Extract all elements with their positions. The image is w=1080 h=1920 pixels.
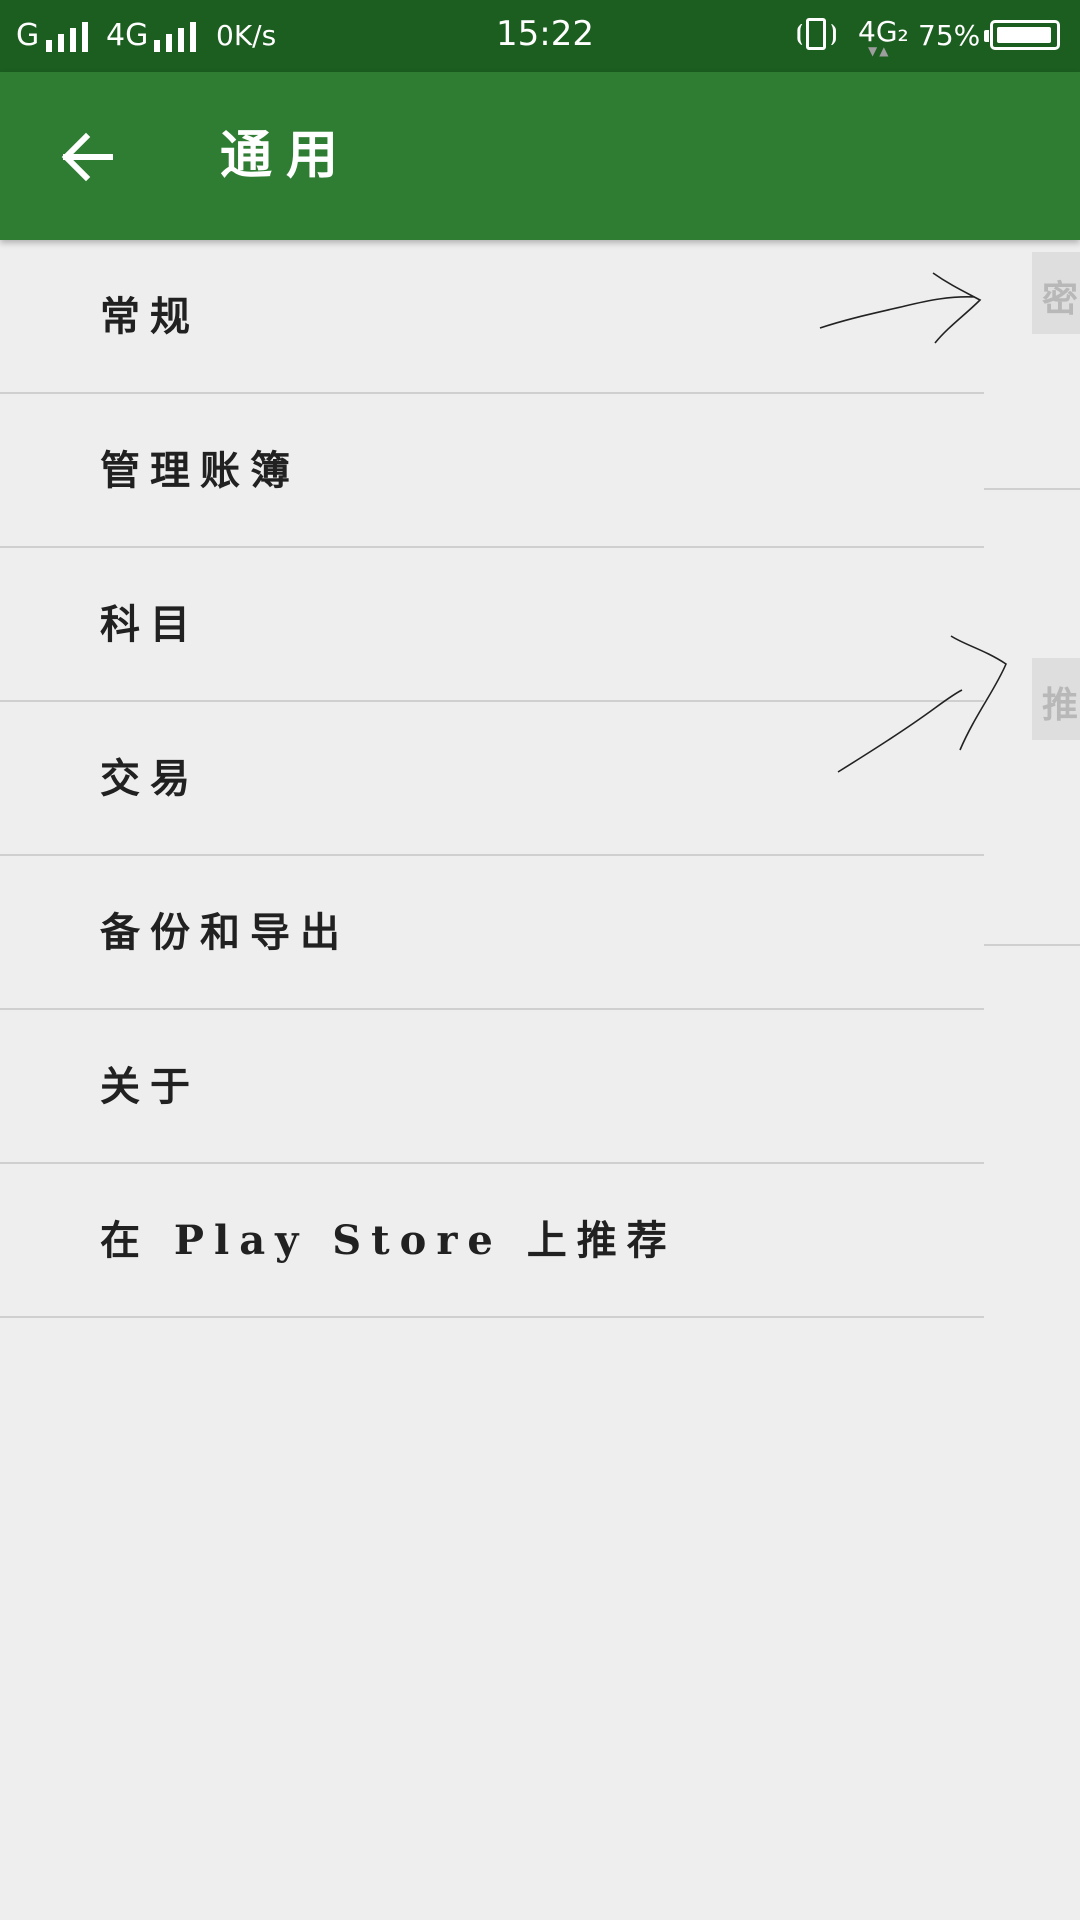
menu-item-backup-export[interactable]: 备份和导出 xyxy=(0,856,984,1010)
back-button[interactable] xyxy=(52,122,122,192)
app-bar: 通用 xyxy=(0,72,1080,240)
menu-item-label: 交易 xyxy=(100,755,200,802)
data-rate: 0K/s xyxy=(216,19,277,52)
vibrate-icon: ⦘ xyxy=(830,21,838,46)
divider xyxy=(984,488,1080,490)
menu-item-label: 管理账簿 xyxy=(100,447,300,494)
vibrate-icon: ⦗ xyxy=(796,21,804,46)
menu-item-label: 科目 xyxy=(100,601,200,648)
side-panel-button-label: 密 xyxy=(1042,278,1079,320)
sim2-network-label: 4G xyxy=(106,18,149,53)
menu-item-manage-books[interactable]: 管理账簿 xyxy=(0,394,984,548)
battery-icon xyxy=(984,30,989,42)
status-bar: G 4G 0K/s 15:22 ⦗ ⦘ 4G₂ ▼▲ 75% xyxy=(0,0,1080,72)
vibrate-icon xyxy=(806,18,826,50)
detail-panel-peek: 密 推 xyxy=(984,240,1080,1000)
signal-bars-icon xyxy=(46,22,92,52)
signal-bars-icon xyxy=(154,22,200,52)
battery-percent: 75% xyxy=(918,19,981,52)
data-activity-icon: ▼▲ xyxy=(868,44,891,58)
menu-item-about[interactable]: 关于 xyxy=(0,1010,984,1164)
side-panel-button-label: 推 xyxy=(1042,684,1079,726)
menu-item-label: 常规 xyxy=(100,293,200,340)
page-title: 通用 xyxy=(220,125,353,186)
menu-item-label: 在 Play Store 上推荐 xyxy=(100,1217,677,1264)
menu-item-transactions[interactable]: 交易 xyxy=(0,702,984,856)
sim1-network-label: G xyxy=(16,18,40,53)
menu-item-label: 关于 xyxy=(100,1063,200,1110)
menu-item-recommend-play-store[interactable]: 在 Play Store 上推荐 xyxy=(0,1164,984,1318)
menu-item-general[interactable]: 常规 xyxy=(0,240,984,394)
arrow-left-icon xyxy=(61,132,113,182)
settings-menu-list: 常规 管理账簿 科目 交易 备份和导出 关于 在 Play Store 上推荐 xyxy=(0,240,984,1318)
clock: 15:22 xyxy=(496,14,594,54)
menu-item-accounts[interactable]: 科目 xyxy=(0,548,984,702)
battery-icon xyxy=(990,20,1060,50)
menu-item-label: 备份和导出 xyxy=(100,909,350,956)
divider xyxy=(984,944,1080,946)
side-panel-button-1[interactable]: 密 xyxy=(1032,252,1080,334)
side-panel-button-2[interactable]: 推 xyxy=(1032,658,1080,740)
